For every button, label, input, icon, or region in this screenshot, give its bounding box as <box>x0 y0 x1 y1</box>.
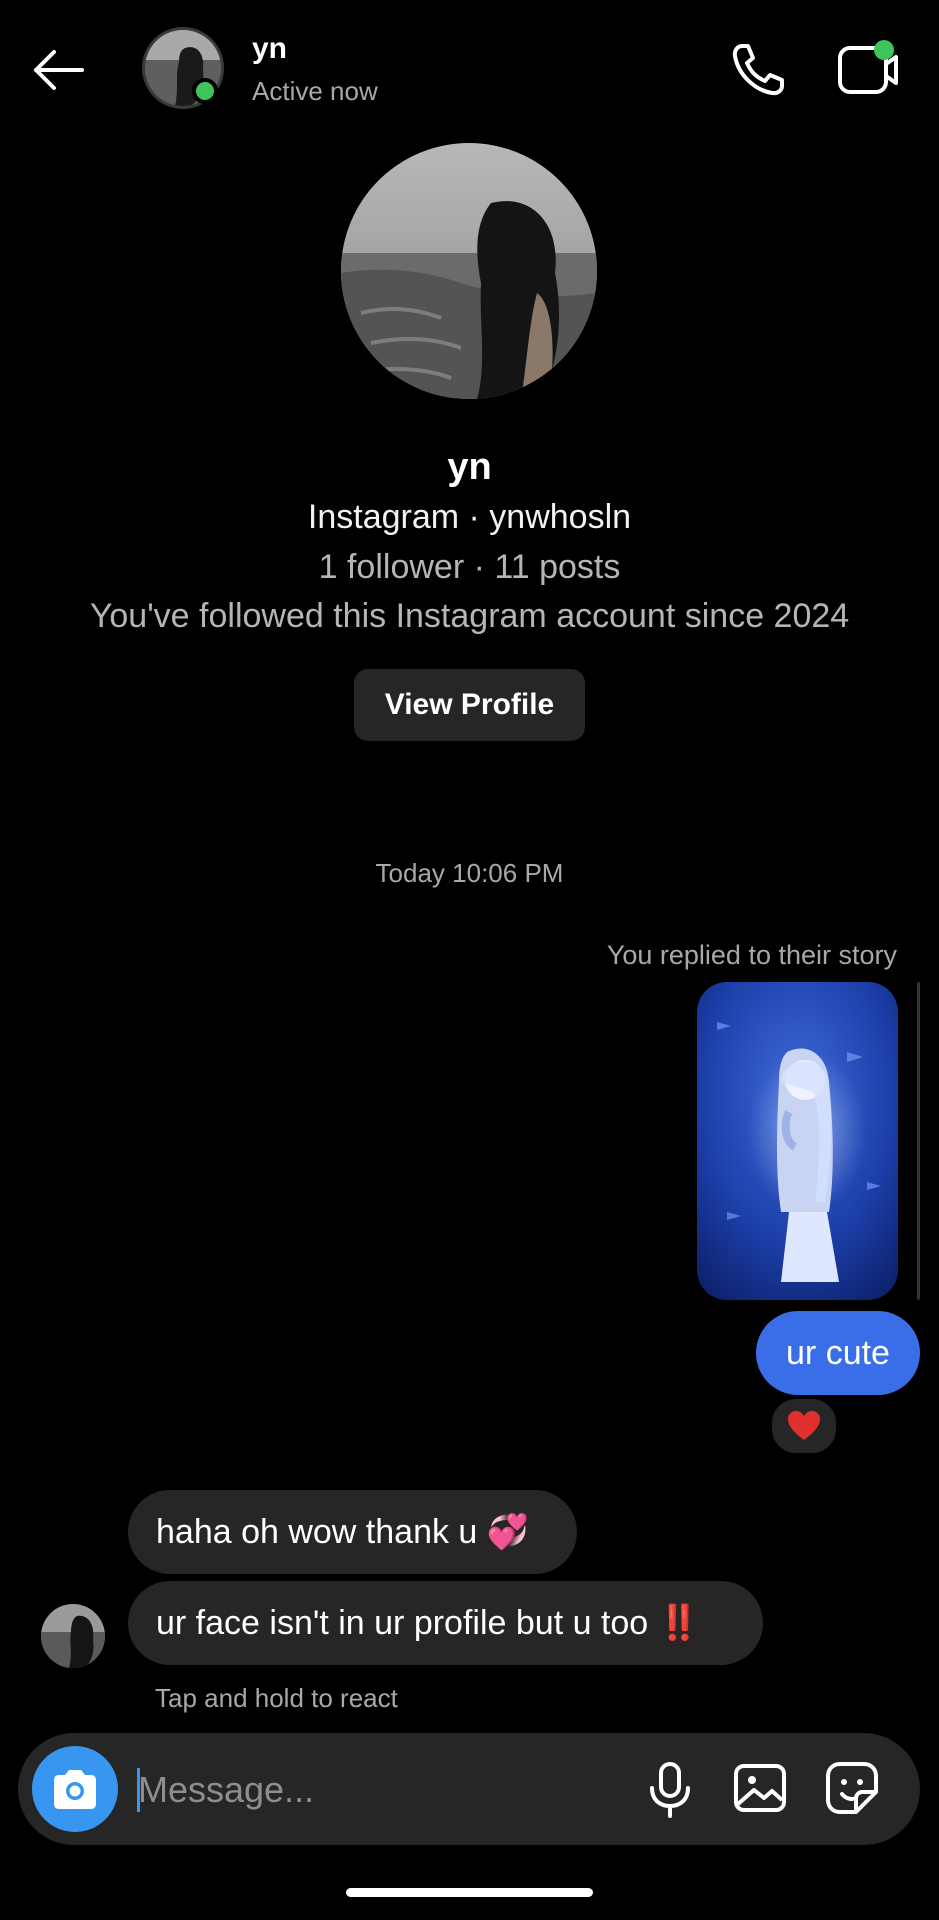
online-status-dot <box>192 78 218 104</box>
sent-message-bubble[interactable]: ur cute <box>756 1311 920 1395</box>
scroll-indicator[interactable] <box>917 982 920 1300</box>
voice-message-button[interactable] <box>642 1760 698 1820</box>
received-message-bubble[interactable]: haha oh wow thank u 💞 <box>128 1490 577 1574</box>
received-message-bubble[interactable]: ur face isn't in ur profile but u too ‼️ <box>128 1581 763 1665</box>
sticker-button[interactable] <box>822 1758 882 1818</box>
home-indicator[interactable] <box>346 1888 593 1897</box>
profile-avatar[interactable] <box>341 143 597 399</box>
heart-icon <box>788 1411 820 1440</box>
sticker-icon <box>826 1762 878 1814</box>
audio-call-button[interactable] <box>728 40 788 100</box>
profile-stats: 1 follower · 11 posts <box>318 548 621 586</box>
phone-icon <box>732 44 784 96</box>
sender-avatar[interactable] <box>41 1604 105 1668</box>
view-profile-button[interactable]: View Profile <box>354 669 585 741</box>
message-input[interactable] <box>138 1760 618 1820</box>
thread-timestamp: Today 10:06 PM <box>375 858 564 888</box>
story-reply-note: You replied to their story <box>606 940 897 970</box>
back-button[interactable] <box>30 44 100 96</box>
gallery-icon <box>734 1764 786 1812</box>
profile-handle: Instagram · ynwhosln <box>307 498 632 536</box>
heart-reaction[interactable] <box>769 1396 839 1456</box>
camera-button[interactable] <box>32 1746 118 1832</box>
camera-icon <box>54 1770 96 1809</box>
back-arrow-icon <box>34 50 84 90</box>
header-active-status: Active now <box>252 76 378 106</box>
profile-follow-since: You've followed this Instagram account s… <box>89 597 850 635</box>
header-username[interactable]: yn <box>252 32 287 66</box>
gallery-button[interactable] <box>730 1758 790 1818</box>
react-hint: Tap and hold to react <box>155 1683 398 1713</box>
story-thumbnail[interactable] <box>697 982 898 1300</box>
profile-name: yn <box>447 446 492 488</box>
microphone-icon <box>650 1762 690 1818</box>
video-active-dot <box>874 40 894 60</box>
